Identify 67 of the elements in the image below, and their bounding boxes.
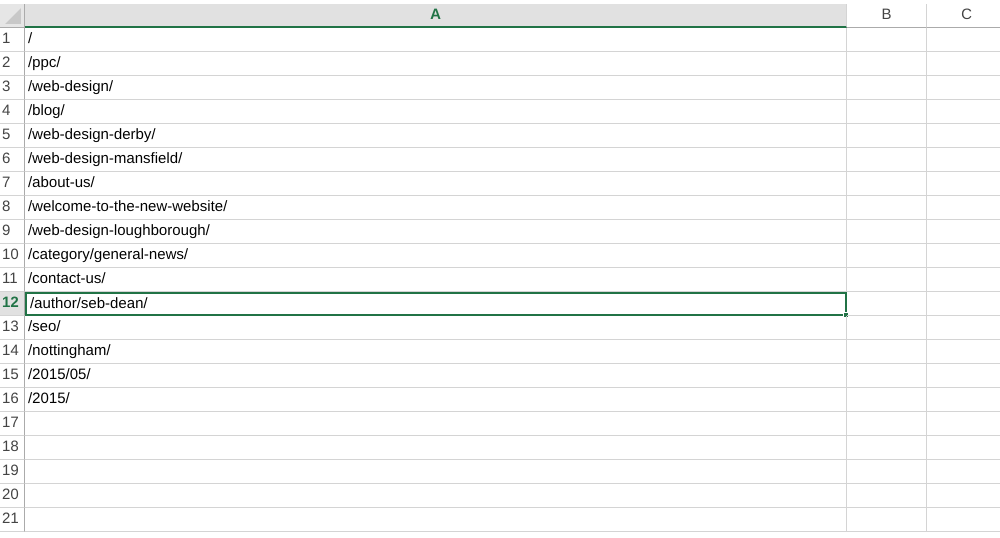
- row-header[interactable]: 13: [0, 316, 25, 340]
- row-header[interactable]: 21: [0, 508, 25, 532]
- table-cell[interactable]: [847, 172, 927, 196]
- table-cell[interactable]: [847, 268, 927, 292]
- table-cell[interactable]: [25, 508, 847, 532]
- table-cell[interactable]: /welcome-to-the-new-website/: [25, 196, 847, 220]
- table-cell[interactable]: [25, 460, 847, 484]
- table-cell[interactable]: [847, 484, 927, 508]
- row-header[interactable]: 10: [0, 244, 25, 268]
- table-cell[interactable]: /web-design-loughborough/: [25, 220, 847, 244]
- table-cell[interactable]: [847, 52, 927, 76]
- row-header[interactable]: 12: [0, 292, 25, 316]
- table-cell[interactable]: /seo/: [25, 316, 847, 340]
- row-header[interactable]: 2: [0, 52, 25, 76]
- table-cell[interactable]: [847, 148, 927, 172]
- table-cell[interactable]: /blog/: [25, 100, 847, 124]
- table-cell[interactable]: [847, 340, 927, 364]
- row-header[interactable]: 19: [0, 460, 25, 484]
- table-cell[interactable]: /contact-us/: [25, 268, 847, 292]
- table-cell[interactable]: /nottingham/: [25, 340, 847, 364]
- table-cell[interactable]: [847, 316, 927, 340]
- row-header[interactable]: 18: [0, 436, 25, 460]
- row-header[interactable]: 16: [0, 388, 25, 412]
- table-cell[interactable]: [847, 460, 927, 484]
- row-header[interactable]: 5: [0, 124, 25, 148]
- table-cell[interactable]: [847, 388, 927, 412]
- table-cell[interactable]: /: [25, 28, 847, 52]
- table-cell[interactable]: /web-design/: [25, 76, 847, 100]
- table-cell[interactable]: [847, 196, 927, 220]
- table-cell[interactable]: /web-design-mansfield/: [25, 148, 847, 172]
- table-cell[interactable]: /2015/05/: [25, 364, 847, 388]
- row-header[interactable]: 4: [0, 100, 25, 124]
- row-header[interactable]: 3: [0, 76, 25, 100]
- table-cell[interactable]: /about-us/: [25, 172, 847, 196]
- corner-icon: [5, 8, 21, 24]
- row-header[interactable]: 6: [0, 148, 25, 172]
- row-header[interactable]: 8: [0, 196, 25, 220]
- table-cell[interactable]: [25, 484, 847, 508]
- table-cell[interactable]: /author/seb-dean/: [25, 292, 847, 316]
- column-header[interactable]: B: [847, 4, 927, 28]
- table-cell[interactable]: [847, 292, 927, 316]
- table-cell[interactable]: /2015/: [25, 388, 847, 412]
- table-cell[interactable]: [847, 364, 927, 388]
- row-header[interactable]: 9: [0, 220, 25, 244]
- row-header[interactable]: 1: [0, 28, 25, 52]
- row-header[interactable]: 14: [0, 340, 25, 364]
- row-header[interactable]: 17: [0, 412, 25, 436]
- table-cell[interactable]: [847, 76, 927, 100]
- table-cell[interactable]: /category/general-news/: [25, 244, 847, 268]
- table-cell[interactable]: [25, 412, 847, 436]
- table-cell[interactable]: /web-design-derby/: [25, 124, 847, 148]
- table-cell[interactable]: [25, 436, 847, 460]
- column-header[interactable]: A: [25, 4, 847, 28]
- row-header[interactable]: 20: [0, 484, 25, 508]
- table-cell[interactable]: [847, 220, 927, 244]
- table-cell[interactable]: [847, 412, 927, 436]
- table-cell[interactable]: [847, 436, 927, 460]
- row-header[interactable]: 15: [0, 364, 25, 388]
- table-cell[interactable]: [847, 28, 927, 52]
- table-cell[interactable]: [847, 244, 927, 268]
- table-cell[interactable]: [847, 124, 927, 148]
- table-cell[interactable]: [847, 100, 927, 124]
- select-all-button[interactable]: [0, 4, 25, 28]
- table-cell[interactable]: [847, 508, 927, 532]
- table-cell[interactable]: /ppc/: [25, 52, 847, 76]
- row-header[interactable]: 11: [0, 268, 25, 292]
- row-header[interactable]: 7: [0, 172, 25, 196]
